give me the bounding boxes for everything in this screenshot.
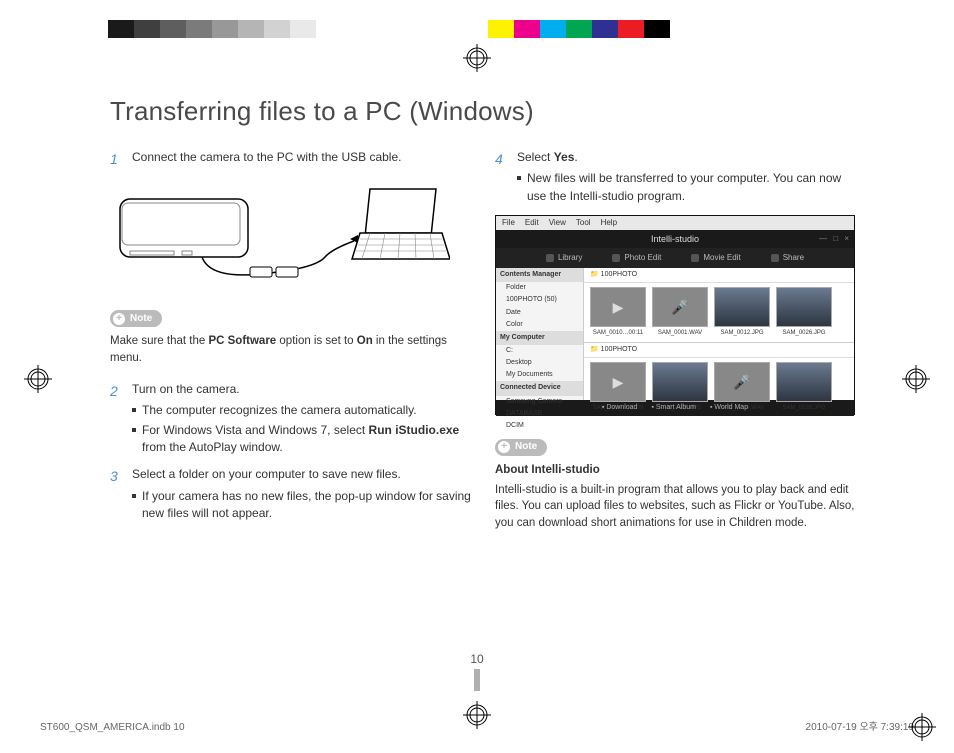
menu-item: Help bbox=[601, 217, 617, 229]
tree-item: Desktop bbox=[496, 357, 583, 369]
page-title: Transferring files to a PC (Windows) bbox=[110, 96, 860, 127]
registration-mark-icon bbox=[24, 365, 52, 393]
menu-item: View bbox=[549, 217, 566, 229]
note-text: About Intelli-studio Intelli-studio is a… bbox=[495, 462, 860, 532]
bottombar-item: ▪ Download bbox=[602, 403, 638, 413]
bottombar-item: ▪ Smart Album bbox=[651, 403, 696, 413]
intelli-studio-screenshot: File Edit View Tool Help Intelli-studio — □ ×… bbox=[495, 215, 855, 415]
tree-item: My Documents bbox=[496, 369, 583, 381]
tab: Share bbox=[771, 252, 804, 264]
app-title: Intelli-studio bbox=[651, 234, 699, 244]
step-number: 4 bbox=[495, 149, 509, 205]
tree-item: DCIM bbox=[496, 420, 583, 432]
step-4: 4 Select Yes. New files will be transfer… bbox=[495, 149, 860, 205]
note-label: Note bbox=[515, 440, 537, 455]
page-number-block: 10 bbox=[423, 652, 531, 691]
footer-timestamp: 2010-07-19 오후 7:39:19 bbox=[806, 718, 914, 733]
note-badge: + Note bbox=[110, 310, 162, 327]
left-column: 1 Connect the camera to the PC with the … bbox=[110, 149, 475, 546]
registration-mark-icon bbox=[463, 44, 491, 72]
page-number: 10 bbox=[423, 652, 531, 666]
note-heading: About Intelli-studio bbox=[495, 462, 860, 479]
tree-item: DATABASE bbox=[496, 408, 583, 420]
window-controls: — □ × bbox=[819, 233, 851, 245]
tab: Photo Edit bbox=[612, 252, 661, 264]
tree-item: Samsung Camera bbox=[496, 396, 583, 408]
step-number: 2 bbox=[110, 381, 124, 457]
thumbnail: 🎤SAM_0001.WAV bbox=[652, 287, 708, 338]
right-column: 4 Select Yes. New files will be transfer… bbox=[495, 149, 860, 546]
thumbnail: SAM_0026.JPG bbox=[776, 287, 832, 338]
note-body: Intelli-studio is a built-in program tha… bbox=[495, 482, 860, 532]
registration-mark-icon bbox=[463, 701, 491, 729]
bottombar-item: ▪ World Map bbox=[710, 403, 748, 413]
folder-path: 📁 100PHOTO bbox=[584, 343, 854, 358]
step-1: 1 Connect the camera to the PC with the … bbox=[110, 149, 475, 169]
step-text: Connect the camera to the PC with the US… bbox=[132, 149, 475, 169]
tab: Movie Edit bbox=[691, 252, 740, 264]
tree-item: Color bbox=[496, 319, 583, 331]
menu-item: File bbox=[502, 217, 515, 229]
menu-item: Edit bbox=[525, 217, 539, 229]
thumbnail: SAM_0026.JPG bbox=[776, 362, 832, 413]
print-colorbar bbox=[0, 20, 954, 38]
folder-path: 📁 100PHOTO bbox=[584, 268, 854, 283]
bullet: For Windows Vista and Windows 7, select … bbox=[132, 422, 475, 457]
thumbnail: ▶SAM_0010…00:11 bbox=[590, 287, 646, 338]
note-label: Note bbox=[130, 312, 152, 327]
sidebar-header: Contents Manager bbox=[496, 268, 583, 282]
step-text: Select Yes. bbox=[517, 149, 860, 166]
tree-item: Folder bbox=[496, 282, 583, 294]
plus-icon: + bbox=[113, 313, 125, 325]
step-number: 3 bbox=[110, 466, 124, 522]
plus-icon: + bbox=[498, 441, 510, 453]
sidebar-header: Connected Device bbox=[496, 381, 583, 395]
step-number: 1 bbox=[110, 149, 124, 169]
step-text: Turn on the camera. bbox=[132, 381, 475, 398]
tree-item: Date bbox=[496, 307, 583, 319]
step-3: 3 Select a folder on your computer to sa… bbox=[110, 466, 475, 522]
bullet: The computer recognizes the camera autom… bbox=[132, 402, 475, 419]
sidebar-header: My Computer bbox=[496, 331, 583, 345]
footer-filename: ST600_QSM_AMERICA.indb 10 bbox=[40, 722, 185, 733]
step-2: 2 Turn on the camera. The computer recog… bbox=[110, 381, 475, 457]
registration-mark-icon bbox=[908, 713, 936, 741]
tab: Library bbox=[546, 252, 582, 264]
camera-laptop-illustration bbox=[110, 179, 475, 294]
registration-mark-icon bbox=[902, 365, 930, 393]
thumbnail: SAM_0012.JPG bbox=[714, 287, 770, 338]
menu-item: Tool bbox=[576, 217, 591, 229]
bullet: New files will be transferred to your co… bbox=[517, 170, 860, 205]
note-badge: + Note bbox=[495, 439, 547, 456]
step-text: Select a folder on your computer to save… bbox=[132, 466, 475, 483]
tree-item: C: bbox=[496, 345, 583, 357]
bullet: If your camera has no new files, the pop… bbox=[132, 488, 475, 523]
tree-item: 100PHOTO (50) bbox=[496, 294, 583, 306]
note-text: Make sure that the PC Software option is… bbox=[110, 333, 475, 366]
